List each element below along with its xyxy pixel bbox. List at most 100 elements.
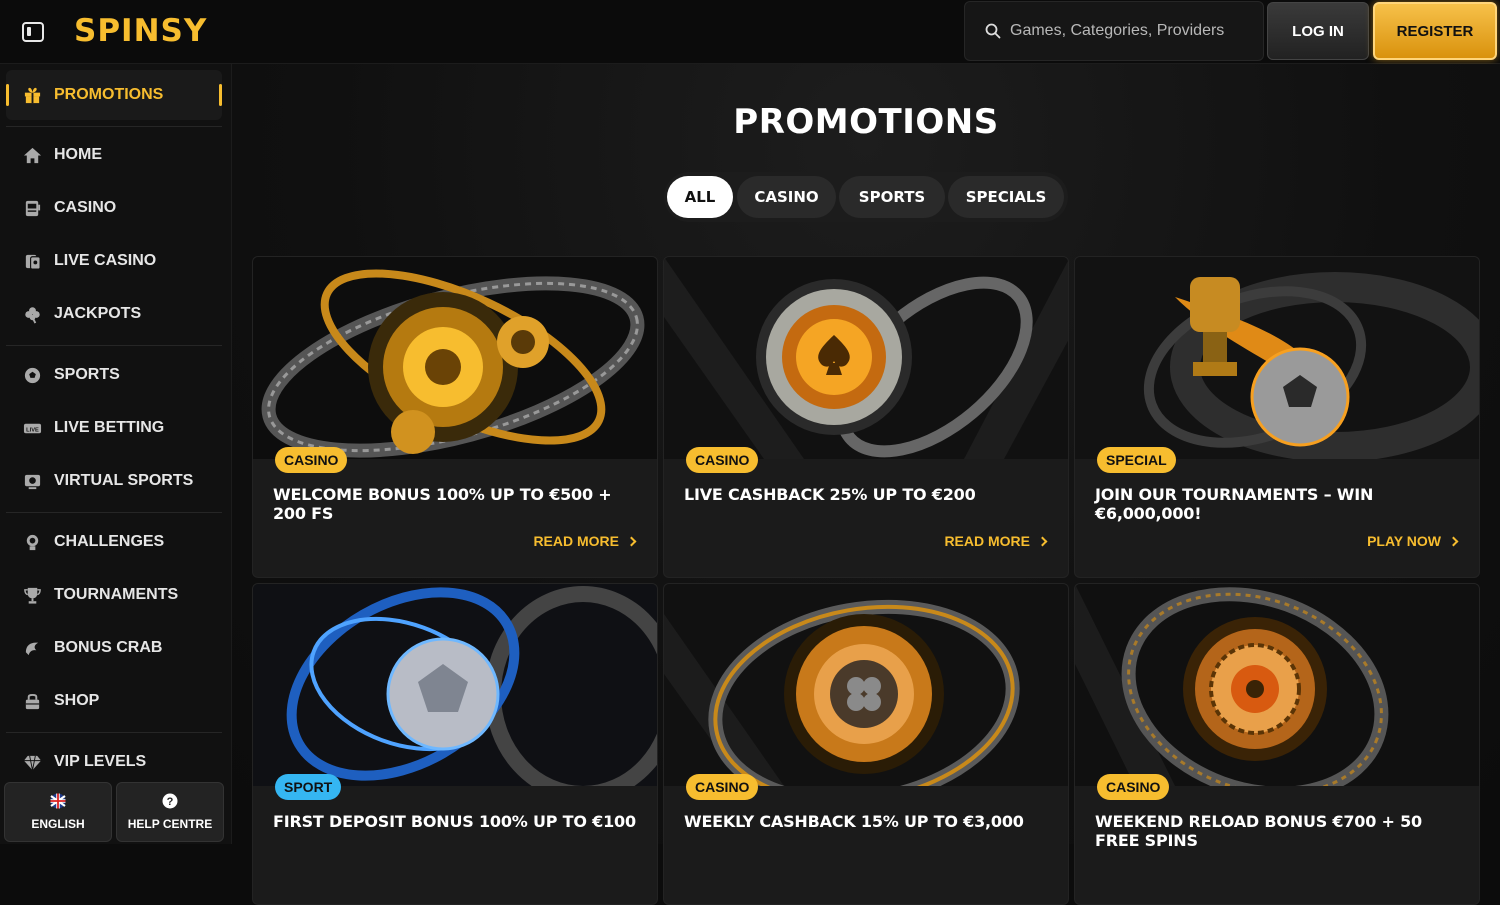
promotion-title: WELCOME BONUS 100% UP TO €500 + 200 FS [273,485,612,523]
promotion-image-casino-orb [253,257,657,459]
chevron-right-icon [626,536,637,546]
cta-label: PLAY NOW [1367,533,1441,549]
help-centre-label: HELP CENTRE [127,817,213,831]
promotion-image-clover-chip [664,584,1068,786]
divider [6,512,222,513]
sidebar-item-bonus-crab[interactable]: BONUS CRAB [6,623,222,673]
home-icon [22,145,42,165]
chevron-right-icon [1037,536,1048,546]
search-box[interactable] [964,1,1264,61]
logo[interactable]: SPINSY [74,13,207,49]
trophy-icon [22,585,42,605]
promotion-title: JOIN OUR TOURNAMENTS – WIN €6,000,000! [1095,485,1374,523]
sidebar-item-label: VIRTUAL SPORTS [54,472,194,489]
promotion-title: WEEKLY CASHBACK 15% UP TO €3,000 [684,812,1024,831]
sidebar-item-casino[interactable]: CASINO [6,183,222,233]
cta-label: READ MORE [944,533,1030,549]
sidebar-item-label: CHALLENGES [54,533,165,550]
category-badge: CASINO [686,774,759,800]
sidebar-item-label: HOME [54,146,102,163]
question-icon: ? [162,793,178,809]
promotion-card[interactable]: CASINO WELCOME BONUS 100% UP TO €500 + 2… [252,256,658,578]
sidebar: PROMOTIONS HOME CASINO LIVE CASINO JACKP… [0,64,232,844]
promotion-filter-tabs: ALL CASINO SPORTS SPECIALS [664,172,1068,222]
sidebar-item-live-betting[interactable]: LIVE LIVE BETTING [6,403,222,453]
register-button[interactable]: REGISTER [1373,2,1497,60]
search-icon [985,23,1001,39]
chevron-right-icon [1448,536,1459,546]
promotion-card[interactable]: CASINO LIVE CASHBACK 25% UP TO €200 READ… [663,256,1069,578]
uk-flag-icon [50,793,66,809]
tab-casino[interactable]: CASINO [737,176,836,218]
promotion-image-roulette [1075,584,1479,786]
diamond-icon [22,752,42,772]
play-now-link[interactable]: PLAY NOW [1367,533,1459,549]
promotion-image-blue-ball [253,584,657,786]
live-tag-icon: LIVE [22,418,42,438]
promotion-card[interactable]: SPORT FIRST DEPOSIT BONUS 100% UP TO €10… [252,583,658,905]
sidebar-item-label: SHOP [54,692,100,709]
virtual-monitor-icon [22,471,42,491]
category-badge: CASINO [1097,774,1170,800]
search-input[interactable] [1010,22,1250,40]
slot-machine-icon [22,198,42,218]
login-button[interactable]: LOG IN [1267,2,1369,60]
soccer-ball-icon [22,365,42,385]
promotion-image-poker-chip [664,257,1068,459]
cta-label: READ MORE [533,533,619,549]
divider [6,732,222,733]
clover-icon [22,304,42,324]
promotion-card[interactable]: SPECIAL JOIN OUR TOURNAMENTS – WIN €6,00… [1074,256,1480,578]
tab-sports[interactable]: SPORTS [839,176,945,218]
promotion-title: WEEKEND RELOAD BONUS €700 + 50 FREE SPIN… [1095,812,1422,850]
svg-text:LIVE: LIVE [26,427,39,433]
svg-text:?: ? [167,796,174,808]
promotion-title: FIRST DEPOSIT BONUS 100% UP TO €100 [273,812,636,831]
sidebar-item-live-casino[interactable]: LIVE CASINO [6,236,222,286]
live-cards-icon [22,251,42,271]
help-centre-button[interactable]: ? HELP CENTRE [116,782,224,842]
read-more-link[interactable]: READ MORE [533,533,637,549]
tab-specials[interactable]: SPECIALS [948,176,1064,218]
gift-icon [22,85,42,105]
promotion-title: LIVE CASHBACK 25% UP TO €200 [684,485,976,504]
sidebar-item-label: PROMOTIONS [54,86,164,103]
divider [6,345,222,346]
promotion-card[interactable]: CASINO WEEKLY CASHBACK 15% UP TO €3,000 [663,583,1069,905]
language-label: ENGLISH [31,817,85,831]
sidebar-item-sports[interactable]: SPORTS [6,350,222,400]
sidebar-item-label: SPORTS [54,366,120,383]
main-content: PROMOTIONS ALL CASINO SPORTS SPECIALS CA… [232,64,1500,905]
sidebar-item-shop[interactable]: SHOP [6,676,222,726]
tab-all[interactable]: ALL [667,176,733,218]
category-badge: SPECIAL [1097,447,1176,473]
category-badge: SPORT [275,774,342,800]
sidebar-item-label: VIP LEVELS [54,753,147,770]
sidebar-item-label: TOURNAMENTS [54,586,179,603]
category-badge: CASINO [275,447,348,473]
sidebar-toggle-icon[interactable] [22,22,44,42]
sidebar-item-challenges[interactable]: CHALLENGES [6,517,222,567]
divider [6,126,222,127]
sidebar-item-label: LIVE BETTING [54,419,165,436]
sidebar-item-home[interactable]: HOME [6,130,222,180]
sidebar-item-label: JACKPOTS [54,305,142,322]
crab-icon [22,638,42,658]
language-button[interactable]: ENGLISH [4,782,112,842]
sidebar-item-tournaments[interactable]: TOURNAMENTS [6,570,222,620]
promotion-card[interactable]: CASINO WEEKEND RELOAD BONUS €700 + 50 FR… [1074,583,1480,905]
top-header: SPINSY LOG IN REGISTER [0,0,1500,64]
promotion-image-trophy-ball [1075,257,1479,459]
sidebar-item-virtual-sports[interactable]: VIRTUAL SPORTS [6,456,222,506]
challenge-icon [22,532,42,552]
sidebar-item-label: LIVE CASINO [54,252,157,269]
sidebar-item-promotions[interactable]: PROMOTIONS [6,70,222,120]
read-more-link[interactable]: READ MORE [944,533,1048,549]
category-badge: CASINO [686,447,759,473]
page-title: PROMOTIONS [733,102,999,142]
sidebar-item-jackpots[interactable]: JACKPOTS [6,289,222,339]
sidebar-item-label: CASINO [54,199,117,216]
sidebar-item-label: BONUS CRAB [54,639,163,656]
shop-bag-icon [22,691,42,711]
sidebar-item-vip-levels[interactable]: VIP LEVELS [6,737,222,787]
